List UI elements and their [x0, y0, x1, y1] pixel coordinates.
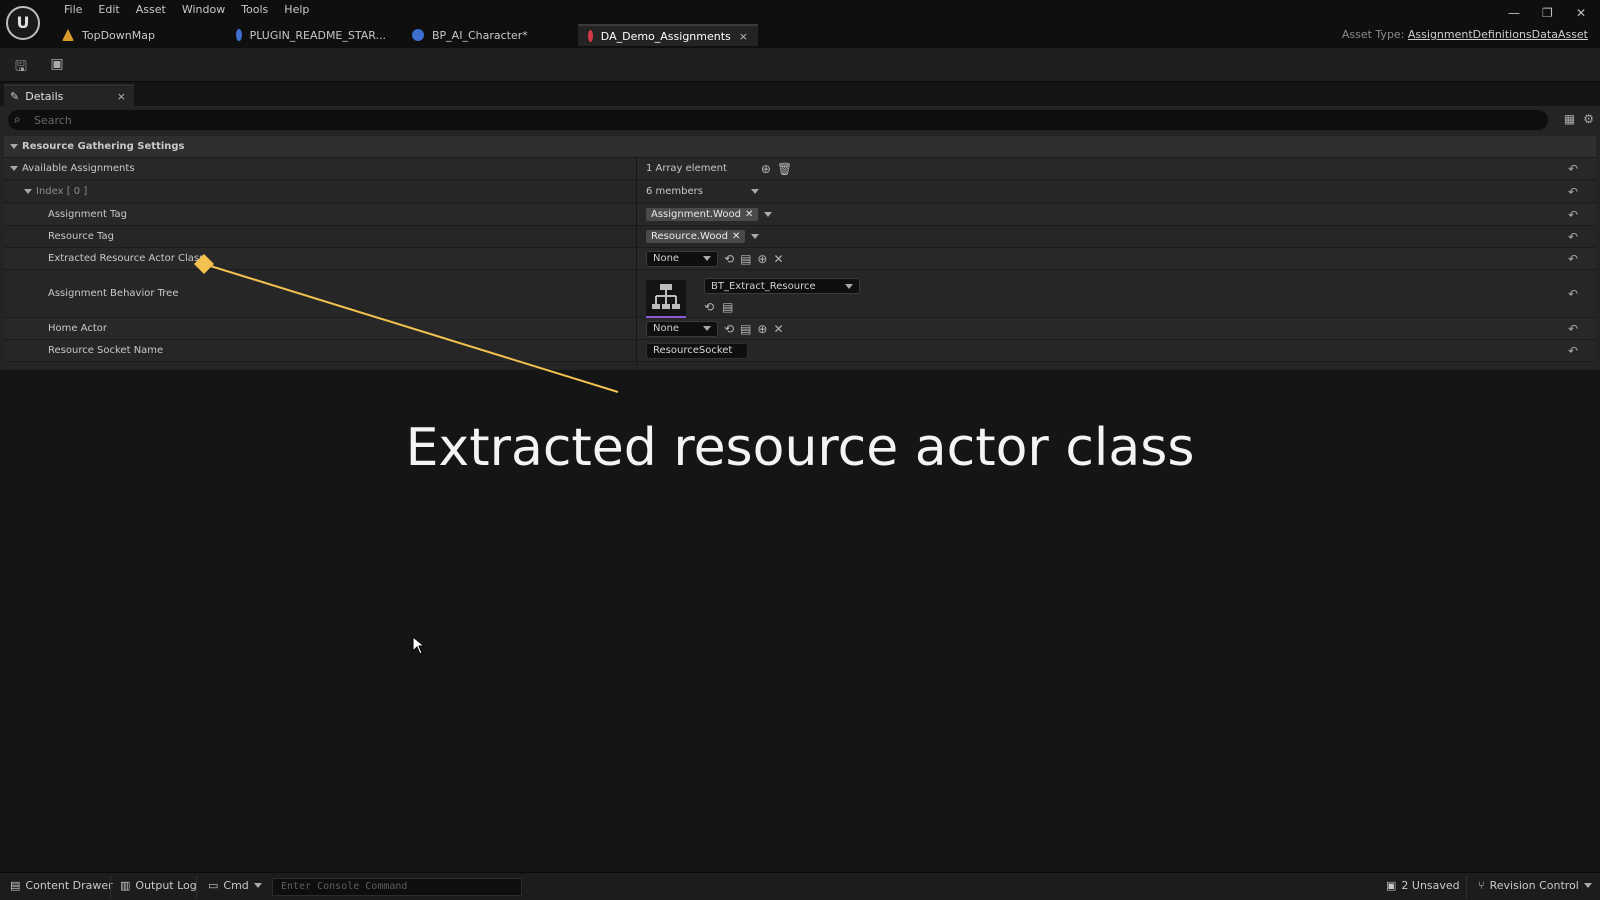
revision-control-button[interactable]: ⑂ Revision Control — [1478, 879, 1592, 892]
branch-icon: ⑂ — [1478, 879, 1485, 892]
annotation-pointer-line — [203, 263, 619, 393]
output-log-label: Output Log — [135, 879, 197, 892]
separator — [196, 875, 197, 899]
chevron-down-icon — [253, 883, 262, 888]
chevron-down-icon — [1583, 883, 1592, 888]
status-bar: ▤ Content Drawer ▥ Output Log ▭ Cmd Ente… — [0, 872, 1600, 900]
console-command-input[interactable]: Enter Console Command — [272, 878, 522, 896]
output-log-button[interactable]: ▥ Output Log — [120, 879, 197, 892]
annotation-overlay — [194, 254, 619, 393]
cmd-dropdown[interactable]: ▭ Cmd — [208, 879, 262, 892]
content-drawer-label: Content Drawer — [25, 879, 113, 892]
mouse-cursor-icon — [412, 636, 426, 655]
content-drawer-button[interactable]: ▤ Content Drawer — [10, 879, 113, 892]
separator — [1466, 875, 1467, 899]
output-log-icon: ▥ — [120, 879, 131, 892]
content-drawer-icon: ▤ — [10, 879, 21, 892]
cmd-label: Cmd — [223, 879, 249, 892]
revision-control-label: Revision Control — [1489, 879, 1579, 892]
caption-text: Extracted resource actor class — [405, 418, 1195, 478]
unsaved-icon: ▣ — [1386, 879, 1397, 892]
unsaved-label: 2 Unsaved — [1401, 879, 1460, 892]
console-placeholder: Enter Console Command — [281, 881, 408, 892]
terminal-icon: ▭ — [208, 879, 219, 892]
unsaved-button[interactable]: ▣ 2 Unsaved — [1386, 879, 1460, 892]
separator — [110, 875, 111, 899]
annotation-diamond-icon — [194, 254, 214, 274]
